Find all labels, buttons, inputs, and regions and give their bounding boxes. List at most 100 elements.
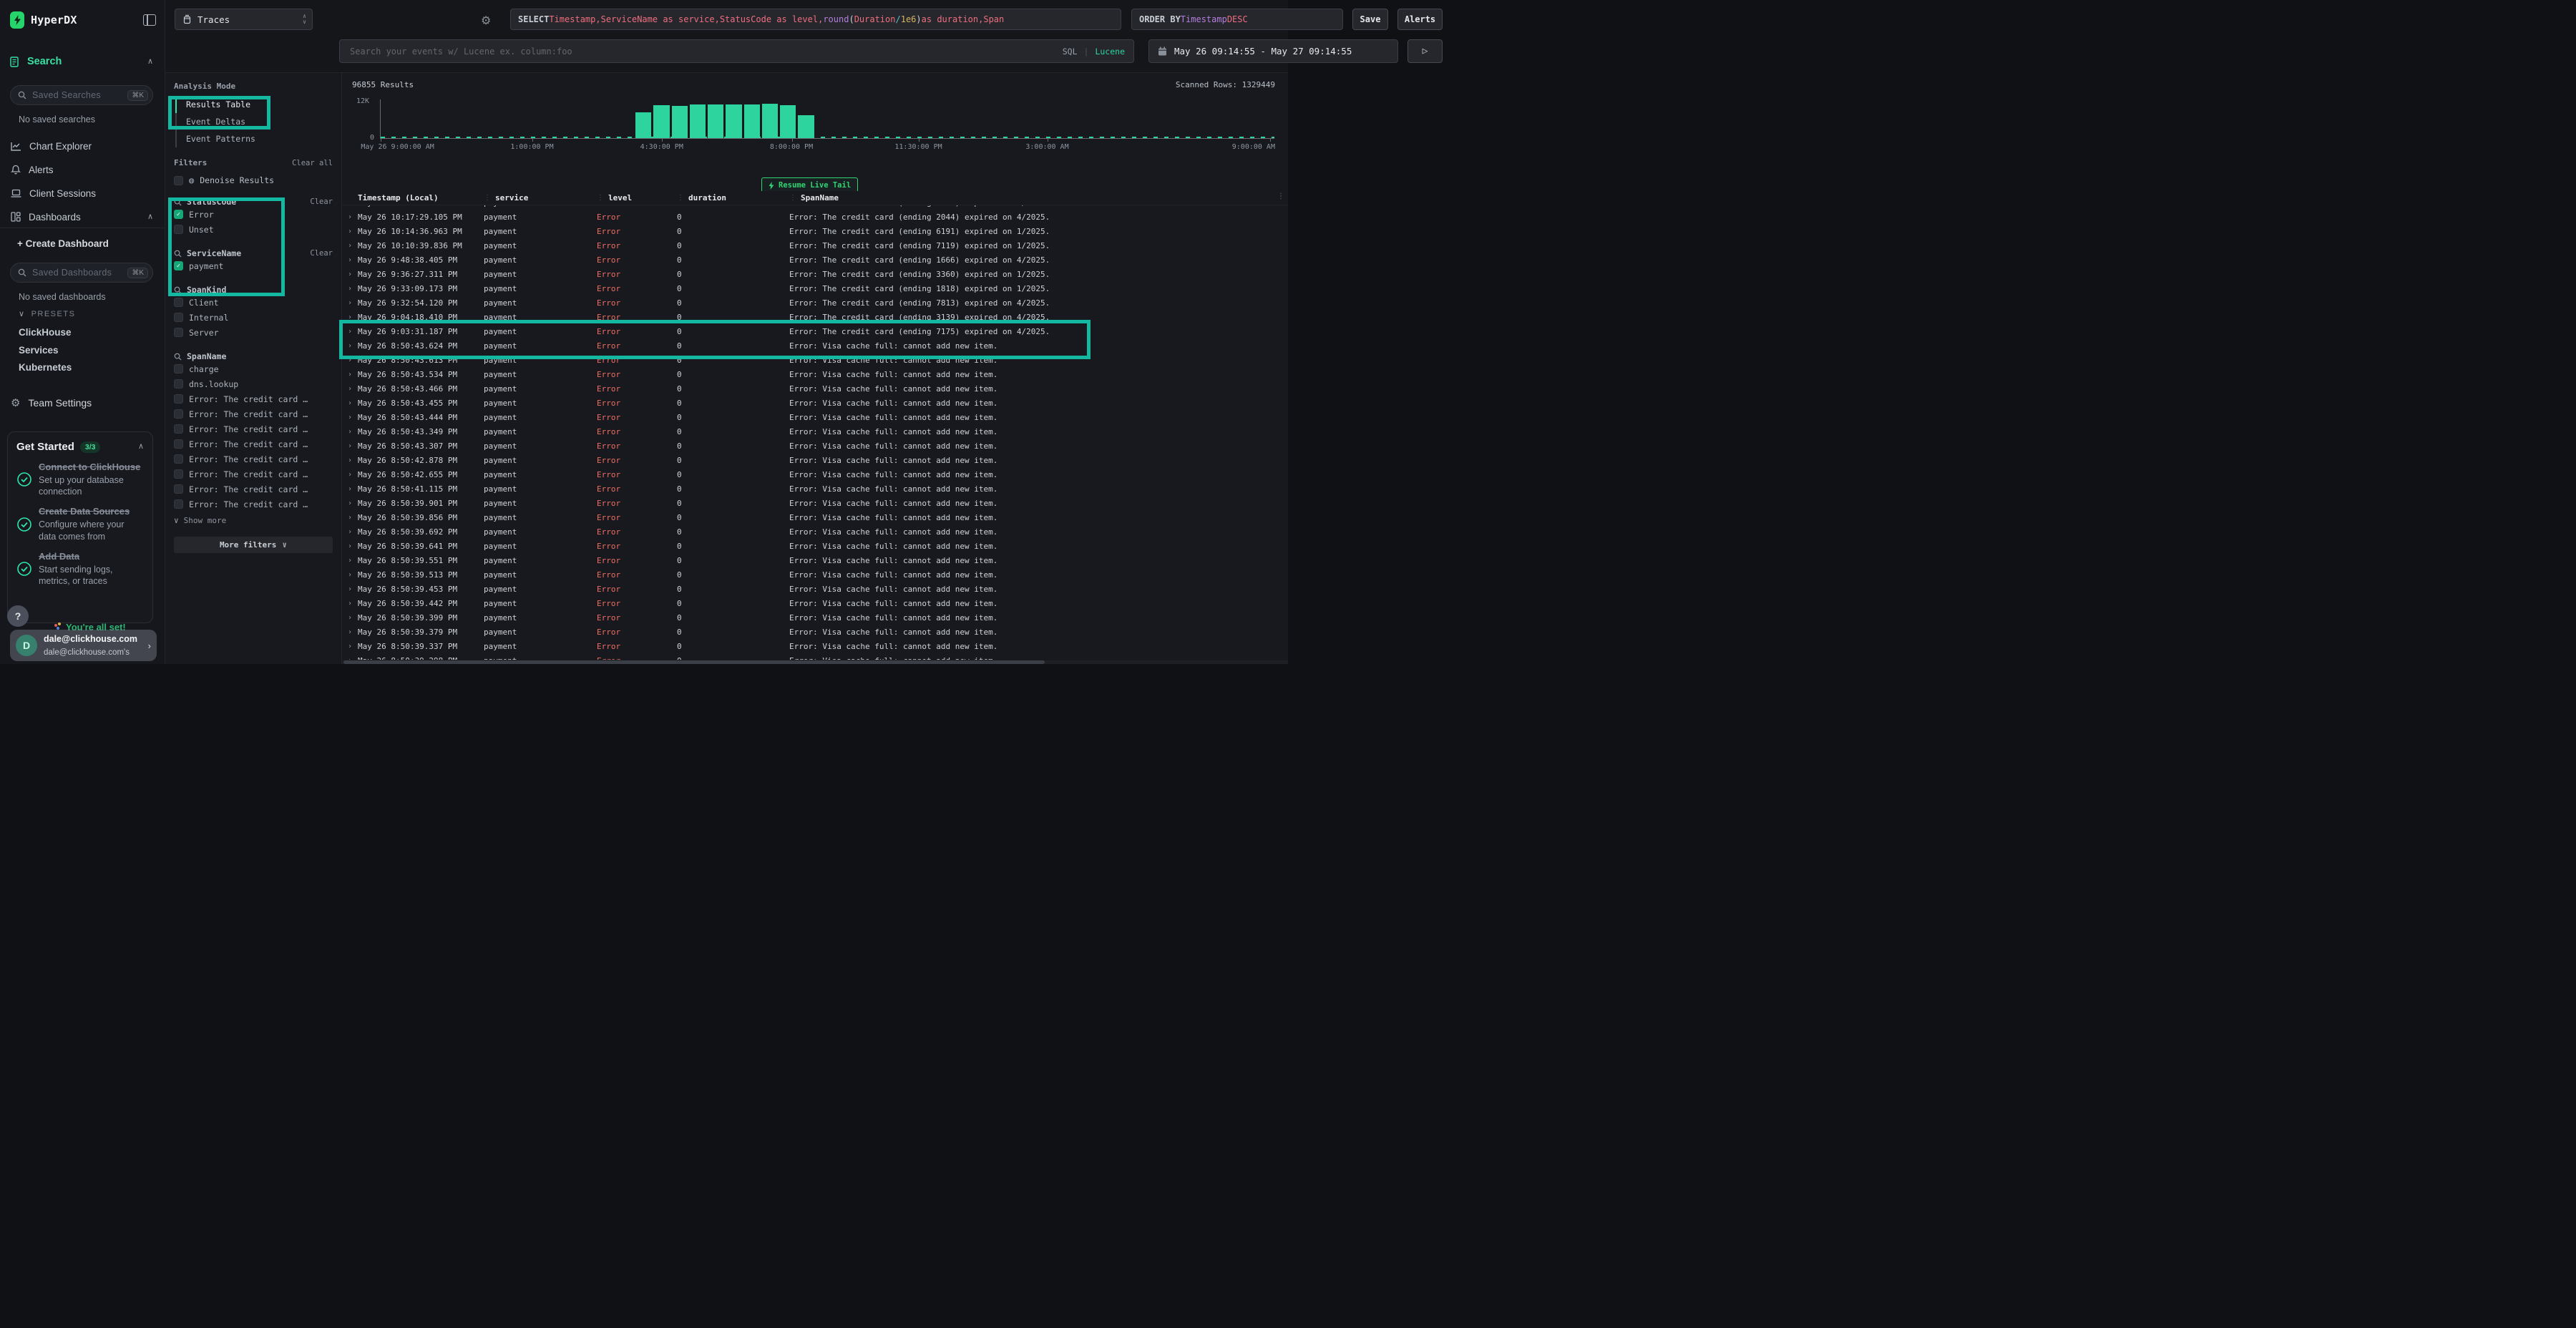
chevron-up-icon[interactable]: ∧ <box>147 213 153 221</box>
table-row[interactable]: ›May 26 8:50:42.878 PMpaymentError0Error… <box>342 453 1288 467</box>
sidebar-item-client-sessions[interactable]: Client Sessions <box>0 185 165 202</box>
drag-handle-icon[interactable]: ⋮ <box>597 194 604 202</box>
table-row[interactable]: ›May 26 9:32:54.120 PMpaymentError0Error… <box>342 296 1288 310</box>
checkbox[interactable] <box>174 394 183 404</box>
sql-orderby-editor[interactable]: ORDER BY Timestamp DESC <box>1131 9 1343 30</box>
table-row[interactable]: ›May 26 8:50:39.641 PMpaymentError0Error… <box>342 539 1288 553</box>
row-expand-icon[interactable]: › <box>342 528 358 536</box>
row-expand-icon[interactable]: › <box>342 643 358 650</box>
filter-option[interactable]: dns.lookup <box>174 376 333 391</box>
filter-option[interactable]: ✓Error <box>174 207 333 222</box>
column-header-duration[interactable]: ⋮duration <box>677 193 789 202</box>
show-more-button[interactable]: ∨Show more <box>174 513 333 528</box>
checkbox[interactable] <box>174 379 183 389</box>
table-row[interactable]: ›May 26 8:50:43.307 PMpaymentError0Error… <box>342 439 1288 453</box>
checkbox[interactable] <box>174 298 183 307</box>
row-expand-icon[interactable]: › <box>342 428 358 436</box>
row-expand-icon[interactable]: › <box>342 557 358 565</box>
row-expand-icon[interactable]: › <box>342 542 358 550</box>
table-row[interactable]: ›May 26 8:50:43.534 PMpaymentError0Error… <box>342 367 1288 381</box>
checkbox[interactable] <box>174 454 183 464</box>
row-expand-icon[interactable]: › <box>342 499 358 507</box>
column-header-timestamp[interactable]: Timestamp (Local) <box>358 193 484 202</box>
table-row[interactable]: ›May 26 8:50:43.613 PMpaymentError0Error… <box>342 353 1288 367</box>
denoise-results-option[interactable]: ◍ Denoise Results <box>174 175 333 185</box>
filter-option[interactable]: Client <box>174 295 333 310</box>
row-expand-icon[interactable]: › <box>342 657 358 660</box>
checkbox[interactable] <box>174 409 183 419</box>
table-row[interactable]: ›May 26 8:50:39.901 PMpaymentError0Error… <box>342 496 1288 510</box>
histogram-bar[interactable] <box>653 105 669 138</box>
sidebar-item-alerts[interactable]: Alerts <box>0 161 165 178</box>
table-row[interactable]: ›May 26 10:10:39.836 PMpaymentError0Erro… <box>342 238 1288 253</box>
chevron-up-icon[interactable]: ∧ <box>138 443 144 451</box>
clear-filter-button[interactable]: Clear <box>310 249 333 258</box>
checkbox[interactable] <box>174 328 183 337</box>
row-expand-icon[interactable]: › <box>342 242 358 250</box>
drag-handle-icon[interactable]: ⋮ <box>1277 192 1284 200</box>
table-row[interactable]: ›May 26 8:50:43.455 PMpaymentError0Error… <box>342 396 1288 410</box>
checkbox[interactable] <box>174 469 183 479</box>
language-lucene-option[interactable]: Lucene <box>1095 47 1125 57</box>
table-row[interactable]: ›May 26 9:36:27.311 PMpaymentError0Error… <box>342 267 1288 281</box>
analysis-mode-results-table[interactable]: Results Table <box>177 96 333 113</box>
filter-option[interactable]: Error: The credit card … <box>174 406 333 421</box>
preset-services[interactable]: Services <box>0 342 165 358</box>
row-expand-icon[interactable]: › <box>342 585 358 593</box>
row-expand-icon[interactable]: › <box>342 371 358 379</box>
filter-option[interactable]: charge <box>174 361 333 376</box>
run-query-button[interactable]: ▷ <box>1407 39 1443 63</box>
horizontal-scrollbar[interactable] <box>342 660 1288 664</box>
saved-dashboards-input[interactable]: Saved Dashboards ⌘K <box>10 263 153 283</box>
row-expand-icon[interactable]: › <box>342 456 358 464</box>
column-header-service[interactable]: ⋮service <box>484 193 597 202</box>
drag-handle-icon[interactable]: ⋮ <box>484 194 491 202</box>
analysis-mode-event-patterns[interactable]: Event Patterns <box>177 130 333 147</box>
source-select[interactable]: Traces ∧∨ <box>175 9 313 30</box>
filter-option[interactable]: Internal <box>174 310 333 325</box>
table-row[interactable]: ›May 26 8:50:39.298 PMpaymentError0Error… <box>342 653 1288 660</box>
column-header-level[interactable]: ⋮level <box>597 193 677 202</box>
analysis-mode-event-deltas[interactable]: Event Deltas <box>177 113 333 130</box>
row-expand-icon[interactable]: › <box>342 213 358 221</box>
row-expand-icon[interactable]: › <box>342 571 358 579</box>
table-row[interactable]: ›May 26 9:48:38.405 PMpaymentError0Error… <box>342 253 1288 267</box>
create-dashboard-button[interactable]: + Create Dashboard <box>0 238 165 249</box>
histogram-bar[interactable] <box>726 104 741 138</box>
row-expand-icon[interactable]: › <box>342 256 358 264</box>
events-histogram[interactable]: 12K 0 May 26 9:00:00 AM1:00:00 PM4:30:00… <box>342 96 1278 155</box>
column-header-spanname[interactable]: ⋮SpanName <box>789 193 1288 202</box>
row-expand-icon[interactable]: › <box>342 270 358 278</box>
row-expand-icon[interactable]: › <box>342 471 358 479</box>
row-expand-icon[interactable]: › <box>342 385 358 393</box>
sql-select-editor[interactable]: SELECT Timestamp, ServiceName as service… <box>510 9 1121 30</box>
save-button[interactable]: Save <box>1352 9 1388 30</box>
table-row[interactable]: ›May 26 10:14:36.963 PMpaymentError0Erro… <box>342 224 1288 238</box>
histogram-bar[interactable] <box>690 104 706 138</box>
row-expand-icon[interactable]: › <box>342 299 358 307</box>
checkbox[interactable] <box>174 225 183 234</box>
row-expand-icon[interactable]: › <box>342 356 358 364</box>
row-expand-icon[interactable]: › <box>342 342 358 350</box>
row-expand-icon[interactable]: › <box>342 399 358 407</box>
sidebar-item-search[interactable]: Search ∧ <box>0 56 165 67</box>
row-expand-icon[interactable]: › <box>342 414 358 421</box>
table-row[interactable]: ›May 26 9:33:09.173 PMpaymentError0Error… <box>342 281 1288 296</box>
row-expand-icon[interactable]: › <box>342 442 358 450</box>
saved-searches-input[interactable]: Saved Searches ⌘K <box>10 85 153 105</box>
row-expand-icon[interactable]: › <box>342 514 358 522</box>
table-row[interactable]: ›May 26 9:04:18.410 PMpaymentError0Error… <box>342 310 1288 324</box>
histogram-bar[interactable] <box>762 104 778 138</box>
checkbox[interactable]: ✓ <box>174 210 183 219</box>
checkbox[interactable] <box>174 364 183 374</box>
row-expand-icon[interactable]: › <box>342 628 358 636</box>
get-started-item[interactable]: Add DataStart sending logs, metrics, or … <box>16 551 144 587</box>
row-expand-icon[interactable]: › <box>342 285 358 293</box>
preset-kubernetes[interactable]: Kubernetes <box>0 359 165 376</box>
sidebar-collapse-icon[interactable] <box>143 14 156 26</box>
get-started-item[interactable]: Create Data SourcesConfigure where your … <box>16 506 144 542</box>
filter-option[interactable]: ✓payment <box>174 258 333 273</box>
search-input[interactable] <box>348 46 1055 57</box>
histogram-bar[interactable] <box>635 112 651 138</box>
drag-handle-icon[interactable]: ⋮ <box>789 194 796 202</box>
